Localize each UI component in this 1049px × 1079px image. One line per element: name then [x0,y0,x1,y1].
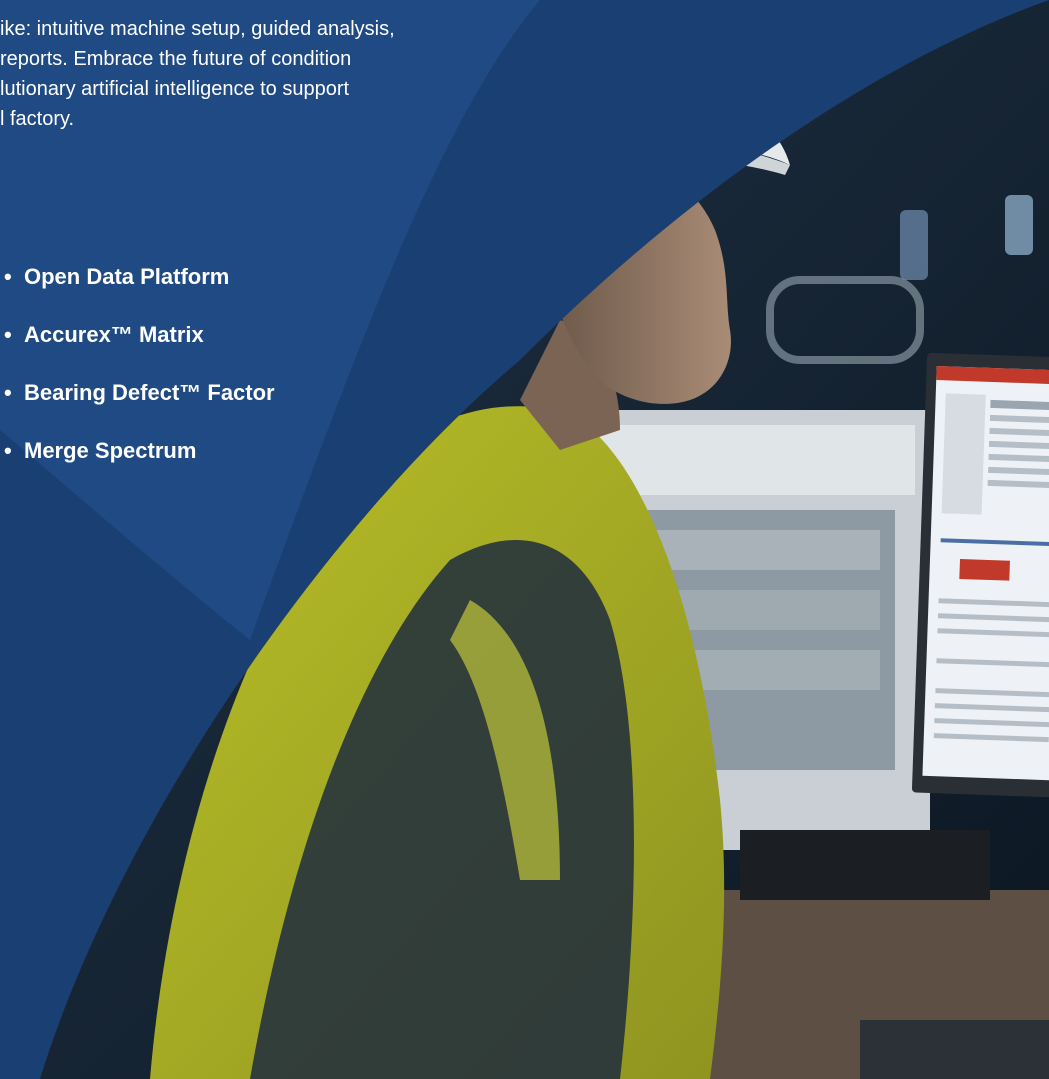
feature-item: • Open Data Platform [0,248,275,306]
intro-paragraph: ike: intuitive machine setup, guided ana… [0,18,395,130]
bullet-icon: • [4,322,12,347]
feature-label: Open Data Platform [24,264,230,289]
background-artwork [0,0,1049,1079]
bullet-icon: • [4,264,12,289]
feature-item: • Bearing Defect™ Factor [0,364,275,422]
monitor [911,352,1049,798]
bullet-icon: • [4,438,12,463]
feature-label: Bearing Defect™ Factor [24,380,275,405]
feature-item: • Accurex™ Matrix [0,306,275,364]
feature-label: Accurex™ Matrix [24,322,204,347]
bullet-icon: • [4,380,12,405]
feature-item: • Merge Spectrum [0,422,275,480]
feature-list: • Open Data Platform • Accurex™ Matrix •… [0,248,275,480]
feature-label: Merge Spectrum [24,438,197,463]
